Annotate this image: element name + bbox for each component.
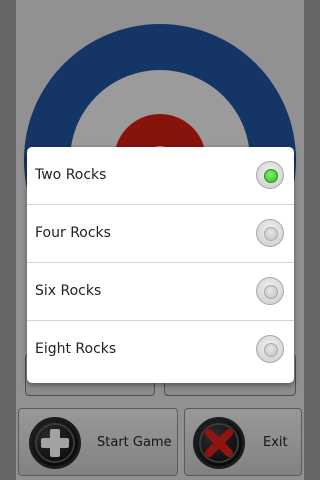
option-four-rocks[interactable]: Four Rocks: [27, 205, 294, 263]
radio-button[interactable]: [256, 335, 284, 363]
option-two-rocks[interactable]: Two Rocks: [27, 147, 294, 205]
radio-dot: [264, 227, 278, 241]
radio-dot: [264, 343, 278, 357]
radio-dot: [264, 285, 278, 299]
rocks-count-dialog: Two Rocks Four Rocks Six Rocks Eight Roc…: [27, 147, 294, 383]
radio-dot: [264, 169, 278, 183]
option-eight-rocks[interactable]: Eight Rocks: [27, 321, 294, 379]
radio-button[interactable]: [256, 277, 284, 305]
option-label: Six Rocks: [35, 283, 102, 299]
radio-button[interactable]: [256, 219, 284, 247]
option-label: Four Rocks: [35, 225, 111, 241]
option-six-rocks[interactable]: Six Rocks: [27, 263, 294, 321]
option-label: Eight Rocks: [35, 341, 117, 357]
option-label: Two Rocks: [35, 167, 107, 183]
radio-button-selected[interactable]: [256, 161, 284, 189]
